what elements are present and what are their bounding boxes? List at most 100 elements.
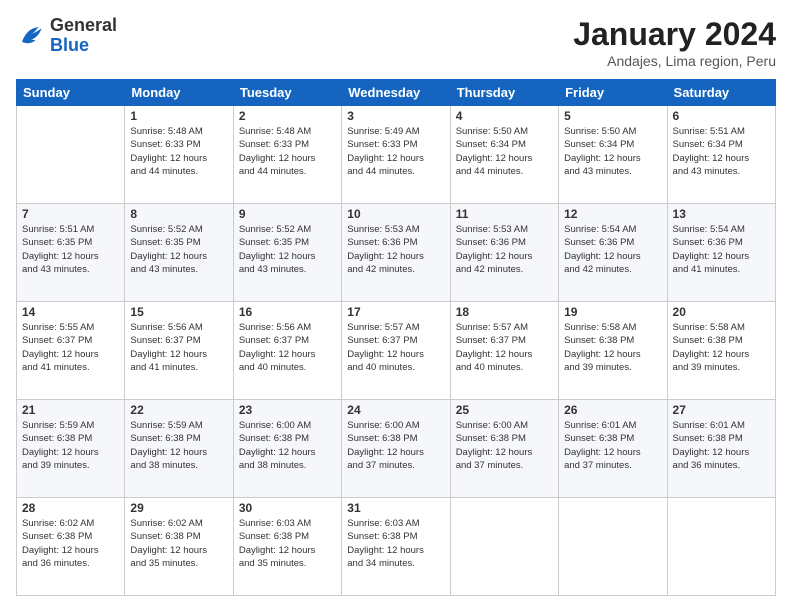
day-number: 31 bbox=[347, 501, 444, 515]
day-info: Sunrise: 5:54 AM Sunset: 6:36 PM Dayligh… bbox=[673, 223, 770, 276]
calendar-cell: 1 Sunrise: 5:48 AM Sunset: 6:33 PM Daylig… bbox=[125, 106, 233, 204]
calendar-cell bbox=[559, 498, 667, 596]
day-number: 19 bbox=[564, 305, 661, 319]
calendar-cell: 18 Sunrise: 5:57 AM Sunset: 6:37 PM Dayli… bbox=[450, 302, 558, 400]
calendar-cell: 20 Sunrise: 5:58 AM Sunset: 6:38 PM Dayli… bbox=[667, 302, 775, 400]
calendar-cell: 6 Sunrise: 5:51 AM Sunset: 6:34 PM Daylig… bbox=[667, 106, 775, 204]
logo: General Blue bbox=[16, 16, 117, 56]
day-number: 26 bbox=[564, 403, 661, 417]
day-number: 10 bbox=[347, 207, 444, 221]
calendar-cell: 16Sunrise: 5:56 AM Sunset: 6:37 PM Dayli… bbox=[233, 302, 341, 400]
calendar-cell: 9 Sunrise: 5:52 AM Sunset: 6:35 PM Daylig… bbox=[233, 204, 341, 302]
day-number: 22 bbox=[130, 403, 227, 417]
day-info: Sunrise: 5:52 AM Sunset: 6:35 PM Dayligh… bbox=[239, 223, 336, 276]
day-info: Sunrise: 5:53 AM Sunset: 6:36 PM Dayligh… bbox=[347, 223, 444, 276]
calendar-cell: 21 Sunrise: 5:59 AM Sunset: 6:38 PM Dayli… bbox=[17, 400, 125, 498]
day-number: 20 bbox=[673, 305, 770, 319]
logo-bird-icon bbox=[16, 21, 46, 51]
calendar-cell: 24 Sunrise: 6:00 AM Sunset: 6:38 PM Dayli… bbox=[342, 400, 450, 498]
calendar-cell: 31 Sunrise: 6:03 AM Sunset: 6:38 PM Dayli… bbox=[342, 498, 450, 596]
subtitle: Andajes, Lima region, Peru bbox=[573, 53, 776, 69]
day-number: 9 bbox=[239, 207, 336, 221]
day-info: Sunrise: 6:00 AM Sunset: 6:38 PM Dayligh… bbox=[456, 419, 553, 472]
day-info: Sunrise: 5:51 AM Sunset: 6:35 PM Dayligh… bbox=[22, 223, 119, 276]
day-info: Sunrise: 5:57 AM Sunset: 6:37 PM Dayligh… bbox=[347, 321, 444, 374]
day-number: 1 bbox=[130, 109, 227, 123]
calendar-cell: 7Sunrise: 5:51 AM Sunset: 6:35 PM Daylig… bbox=[17, 204, 125, 302]
logo-text: General Blue bbox=[50, 16, 117, 56]
day-number: 2 bbox=[239, 109, 336, 123]
day-number: 5 bbox=[564, 109, 661, 123]
day-number: 27 bbox=[673, 403, 770, 417]
day-info: Sunrise: 5:50 AM Sunset: 6:34 PM Dayligh… bbox=[456, 125, 553, 178]
calendar-table: SundayMondayTuesdayWednesdayThursdayFrid… bbox=[16, 79, 776, 596]
calendar-day-header: Tuesday bbox=[233, 80, 341, 106]
day-info: Sunrise: 6:01 AM Sunset: 6:38 PM Dayligh… bbox=[673, 419, 770, 472]
calendar-day-header: Wednesday bbox=[342, 80, 450, 106]
calendar-day-header: Sunday bbox=[17, 80, 125, 106]
calendar-week-row: 21 Sunrise: 5:59 AM Sunset: 6:38 PM Dayli… bbox=[17, 400, 776, 498]
day-number: 13 bbox=[673, 207, 770, 221]
calendar-day-header: Friday bbox=[559, 80, 667, 106]
calendar-week-row: 1 Sunrise: 5:48 AM Sunset: 6:33 PM Daylig… bbox=[17, 106, 776, 204]
day-info: Sunrise: 5:58 AM Sunset: 6:38 PM Dayligh… bbox=[673, 321, 770, 374]
day-info: Sunrise: 5:48 AM Sunset: 6:33 PM Dayligh… bbox=[130, 125, 227, 178]
calendar-cell: 27 Sunrise: 6:01 AM Sunset: 6:38 PM Dayli… bbox=[667, 400, 775, 498]
day-info: Sunrise: 5:53 AM Sunset: 6:36 PM Dayligh… bbox=[456, 223, 553, 276]
calendar-day-header: Thursday bbox=[450, 80, 558, 106]
day-number: 4 bbox=[456, 109, 553, 123]
day-info: Sunrise: 6:03 AM Sunset: 6:38 PM Dayligh… bbox=[239, 517, 336, 570]
calendar-cell: 15 Sunrise: 5:56 AM Sunset: 6:37 PM Dayli… bbox=[125, 302, 233, 400]
day-info: Sunrise: 5:49 AM Sunset: 6:33 PM Dayligh… bbox=[347, 125, 444, 178]
calendar-cell: 3 Sunrise: 5:49 AM Sunset: 6:33 PM Daylig… bbox=[342, 106, 450, 204]
logo-blue-text: Blue bbox=[50, 36, 117, 56]
day-info: Sunrise: 5:56 AM Sunset: 6:37 PM Dayligh… bbox=[239, 321, 336, 374]
day-number: 6 bbox=[673, 109, 770, 123]
day-info: Sunrise: 5:56 AM Sunset: 6:37 PM Dayligh… bbox=[130, 321, 227, 374]
calendar-week-row: 28 Sunrise: 6:02 AM Sunset: 6:38 PM Dayli… bbox=[17, 498, 776, 596]
day-number: 24 bbox=[347, 403, 444, 417]
day-info: Sunrise: 5:48 AM Sunset: 6:33 PM Dayligh… bbox=[239, 125, 336, 178]
calendar-cell: 10 Sunrise: 5:53 AM Sunset: 6:36 PM Dayli… bbox=[342, 204, 450, 302]
calendar-day-header: Saturday bbox=[667, 80, 775, 106]
day-info: Sunrise: 5:55 AM Sunset: 6:37 PM Dayligh… bbox=[22, 321, 119, 374]
calendar-cell: 14 Sunrise: 5:55 AM Sunset: 6:37 PM Dayli… bbox=[17, 302, 125, 400]
day-number: 8 bbox=[130, 207, 227, 221]
calendar-day-header: Monday bbox=[125, 80, 233, 106]
day-number: 21 bbox=[22, 403, 119, 417]
day-number: 29 bbox=[130, 501, 227, 515]
logo-general-text: General bbox=[50, 16, 117, 36]
calendar-cell bbox=[450, 498, 558, 596]
calendar-cell: 30 Sunrise: 6:03 AM Sunset: 6:38 PM Dayli… bbox=[233, 498, 341, 596]
day-info: Sunrise: 6:00 AM Sunset: 6:38 PM Dayligh… bbox=[239, 419, 336, 472]
day-info: Sunrise: 6:00 AM Sunset: 6:38 PM Dayligh… bbox=[347, 419, 444, 472]
day-number: 17 bbox=[347, 305, 444, 319]
day-info: Sunrise: 5:52 AM Sunset: 6:35 PM Dayligh… bbox=[130, 223, 227, 276]
calendar-cell bbox=[667, 498, 775, 596]
day-number: 23 bbox=[239, 403, 336, 417]
calendar-cell: 26Sunrise: 6:01 AM Sunset: 6:38 PM Dayli… bbox=[559, 400, 667, 498]
calendar-cell: 22Sunrise: 5:59 AM Sunset: 6:38 PM Dayli… bbox=[125, 400, 233, 498]
day-number: 30 bbox=[239, 501, 336, 515]
day-number: 14 bbox=[22, 305, 119, 319]
day-number: 28 bbox=[22, 501, 119, 515]
day-info: Sunrise: 6:02 AM Sunset: 6:38 PM Dayligh… bbox=[130, 517, 227, 570]
calendar-cell: 17 Sunrise: 5:57 AM Sunset: 6:37 PM Dayli… bbox=[342, 302, 450, 400]
calendar-week-row: 7Sunrise: 5:51 AM Sunset: 6:35 PM Daylig… bbox=[17, 204, 776, 302]
day-number: 18 bbox=[456, 305, 553, 319]
calendar-cell: 28 Sunrise: 6:02 AM Sunset: 6:38 PM Dayli… bbox=[17, 498, 125, 596]
day-number: 3 bbox=[347, 109, 444, 123]
day-info: Sunrise: 5:51 AM Sunset: 6:34 PM Dayligh… bbox=[673, 125, 770, 178]
calendar-cell: 12Sunrise: 5:54 AM Sunset: 6:36 PM Dayli… bbox=[559, 204, 667, 302]
day-info: Sunrise: 6:02 AM Sunset: 6:38 PM Dayligh… bbox=[22, 517, 119, 570]
calendar-cell: 4 Sunrise: 5:50 AM Sunset: 6:34 PM Daylig… bbox=[450, 106, 558, 204]
calendar-header-row: SundayMondayTuesdayWednesdayThursdayFrid… bbox=[17, 80, 776, 106]
day-info: Sunrise: 6:03 AM Sunset: 6:38 PM Dayligh… bbox=[347, 517, 444, 570]
day-info: Sunrise: 5:57 AM Sunset: 6:37 PM Dayligh… bbox=[456, 321, 553, 374]
day-number: 15 bbox=[130, 305, 227, 319]
day-number: 11 bbox=[456, 207, 553, 221]
day-info: Sunrise: 5:58 AM Sunset: 6:38 PM Dayligh… bbox=[564, 321, 661, 374]
page: General Blue January 2024 Andajes, Lima … bbox=[0, 0, 792, 612]
day-info: Sunrise: 5:59 AM Sunset: 6:38 PM Dayligh… bbox=[22, 419, 119, 472]
calendar-cell: 5Sunrise: 5:50 AM Sunset: 6:34 PM Daylig… bbox=[559, 106, 667, 204]
